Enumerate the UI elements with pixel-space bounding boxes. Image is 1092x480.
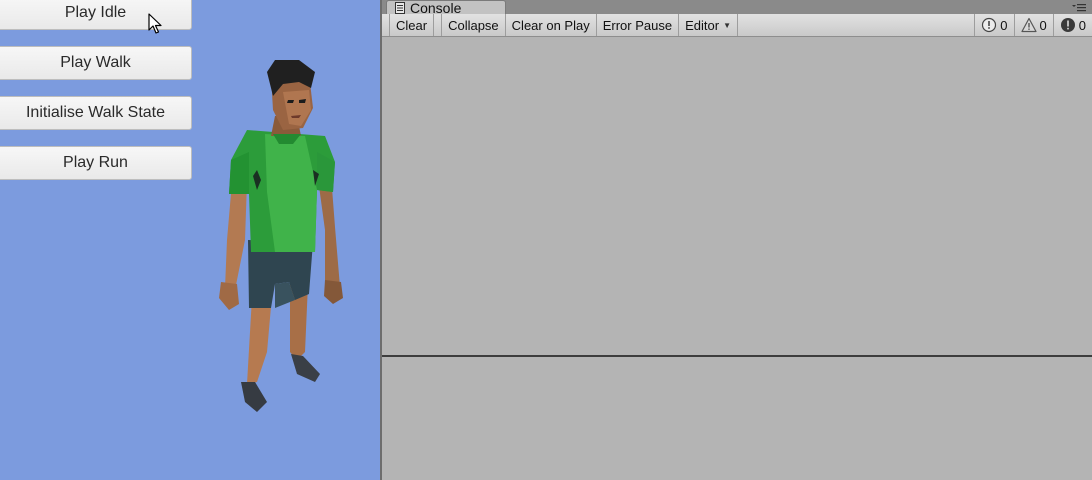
warning-icon [1020,17,1037,33]
warning-toggle[interactable]: 0 [1013,14,1053,36]
clear-on-play-button[interactable]: Clear on Play [506,14,597,36]
error-pause-button[interactable]: Error Pause [597,14,680,36]
console-icon [395,1,405,14]
dropdown-arrow-icon: ▼ [723,20,731,30]
play-walk-button[interactable]: Play Walk [0,46,192,80]
game-view[interactable]: Play Idle Play Walk Initialise Walk Stat… [0,0,380,480]
error-count: 0 [1078,17,1086,33]
console-window: Console Clear Collapse Clear on Play Err… [380,0,1092,480]
menu-icon[interactable] [1072,2,1086,12]
character-model [219,60,343,412]
initialise-walk-state-button[interactable]: Initialise Walk State [0,96,192,130]
clear-button[interactable]: Clear [389,14,435,36]
console-toolbar: Clear Collapse Clear on Play Error Pause… [382,14,1092,37]
tab-strip: Console [382,0,1092,14]
play-run-button[interactable]: Play Run [0,146,192,180]
log-list[interactable] [382,38,1092,356]
error-icon [1060,18,1075,32]
toolbar-separator [434,14,443,36]
editor-dropdown-label: Editor [685,17,720,33]
tab-console-label: Console [410,0,462,14]
warning-count: 0 [1039,17,1047,33]
info-toggle[interactable]: 0 [974,14,1013,36]
mouse-cursor-icon [148,13,162,34]
info-icon [982,17,997,33]
log-detail-panel[interactable] [382,357,1092,480]
editor-dropdown[interactable]: Editor ▼ [679,14,738,36]
error-toggle[interactable]: 0 [1052,14,1092,36]
tab-console[interactable]: Console [386,0,506,14]
info-count: 0 [1000,17,1008,33]
collapse-button[interactable]: Collapse [442,14,506,36]
